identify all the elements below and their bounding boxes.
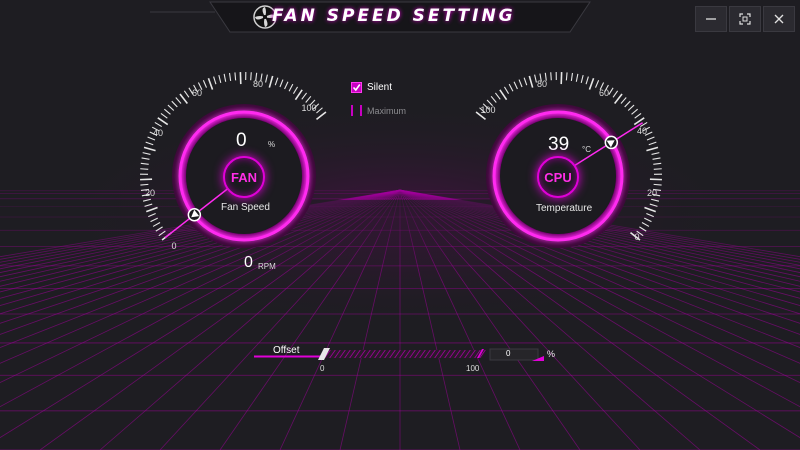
rpm-value: 0 bbox=[244, 254, 253, 271]
silent-label: Silent bbox=[367, 82, 393, 93]
offset-control: Offset 0 100 0 % bbox=[254, 344, 556, 374]
cpu-temp-caption: Temperature bbox=[536, 203, 593, 214]
cpu-temp-value: 39 bbox=[548, 134, 570, 155]
fan-scale-label: 60 bbox=[191, 88, 202, 98]
offset-min-label: 0 bbox=[320, 364, 325, 373]
restore-icon bbox=[739, 13, 751, 25]
fan-scale-label: 0 bbox=[171, 241, 177, 251]
title-bar: FAN SPEED SETTING bbox=[0, 0, 800, 34]
fan-center-label: FAN bbox=[231, 169, 257, 185]
close-icon bbox=[774, 14, 784, 24]
cpu-scale-label: 40 bbox=[636, 126, 647, 136]
offset-value[interactable]: 0 bbox=[506, 349, 510, 358]
offset-unit: % bbox=[547, 349, 556, 359]
rpm-unit: RPM bbox=[258, 262, 276, 271]
fan-speed-caption: Fan Speed bbox=[221, 202, 270, 213]
check-icon bbox=[352, 84, 361, 92]
restore-button[interactable] bbox=[729, 6, 761, 32]
cpu-scale-label: 60 bbox=[598, 88, 609, 98]
cpu-scale-label: 80 bbox=[536, 79, 547, 89]
minimize-button[interactable] bbox=[695, 6, 727, 32]
fan-scale-label: 80 bbox=[252, 79, 263, 89]
minimize-icon bbox=[706, 18, 716, 20]
cpu-scale-label: 20 bbox=[646, 188, 657, 198]
maximum-checkbox[interactable] bbox=[351, 105, 362, 116]
fan-speed-unit: % bbox=[268, 140, 276, 149]
close-button[interactable] bbox=[763, 6, 795, 32]
cpu-center-label: CPU bbox=[544, 169, 572, 185]
cpu-center-badge: CPU bbox=[537, 156, 579, 198]
offset-max-label: 100 bbox=[466, 364, 480, 373]
fan-scale-label: 100 bbox=[301, 103, 317, 113]
fan-center-badge: FAN bbox=[223, 156, 265, 198]
maximum-label: Maximum bbox=[367, 105, 407, 116]
fan-scale-label: 20 bbox=[144, 188, 155, 198]
mode-maximum[interactable]: Maximum bbox=[351, 105, 406, 116]
fan-speed-value: 0 bbox=[236, 130, 247, 151]
cpu-scale-label: 100 bbox=[480, 105, 496, 115]
app-title: FAN SPEED SETTING bbox=[272, 6, 516, 26]
cpu-scale-label: 0 bbox=[634, 232, 640, 242]
fan-scale-label: 40 bbox=[152, 128, 163, 138]
cpu-temp-unit: °C bbox=[582, 145, 591, 154]
offset-track[interactable] bbox=[322, 350, 486, 358]
silent-checkbox[interactable] bbox=[351, 82, 362, 93]
grid-background bbox=[0, 0, 800, 450]
mode-silent[interactable]: Silent bbox=[351, 82, 392, 93]
offset-label: Offset bbox=[273, 345, 300, 356]
